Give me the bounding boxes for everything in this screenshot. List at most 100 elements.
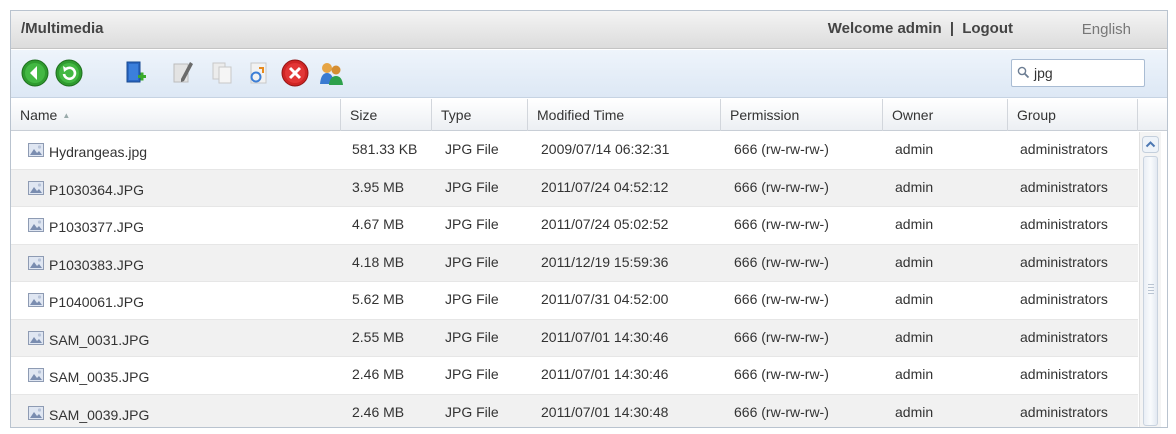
image-file-icon — [28, 293, 44, 307]
welcome-text: Welcome admin — [827, 20, 942, 37]
file-type: JPG File — [445, 403, 499, 420]
sort-ascending-icon: ▲ — [62, 111, 71, 120]
image-file-icon — [28, 330, 44, 345]
file-owner: admin — [895, 291, 934, 307]
file-group: administrators — [1020, 403, 1108, 420]
image-file-icon — [28, 405, 44, 420]
upload-button[interactable] — [245, 59, 273, 87]
column-header-name-label: Name — [20, 107, 58, 123]
file-size: 4.18 MB — [352, 253, 405, 270]
column-header-size[interactable]: Size — [341, 99, 432, 131]
file-owner: admin — [895, 178, 934, 195]
new-folder-button[interactable] — [121, 59, 149, 87]
file-size: 3.95 MB — [352, 178, 405, 195]
file-name: SAM_0039.JPG — [49, 406, 150, 423]
image-file-icon — [28, 218, 44, 232]
file-row[interactable]: SAM_0035.JPG 2.46 MB JPG File 2011/07/01 14… — [11, 357, 1138, 395]
file-group: administrators — [1020, 141, 1108, 157]
file-name: SAM_0031.JPG — [49, 331, 150, 348]
file-row[interactable]: P1030383.JPG 4.18 MB JPG File 2011/12/19 15… — [11, 244, 1138, 282]
file-size: 2.46 MB — [352, 366, 405, 382]
back-button[interactable] — [21, 59, 49, 87]
column-header-permission[interactable]: Permission — [721, 99, 883, 131]
file-permission: 666 (rw-rw-rw-) — [734, 328, 829, 345]
file-modified: 2011/12/19 15:59:36 — [541, 253, 669, 270]
delete-button[interactable] — [281, 59, 309, 87]
file-group: administrators — [1020, 178, 1108, 195]
file-name: SAM_0035.JPG — [49, 369, 150, 385]
file-list: Hydrangeas.jpg 581.33 KB JPG File 2009/07/1… — [11, 132, 1138, 427]
file-permission: 666 (rw-rw-rw-) — [734, 291, 829, 307]
user-area: Welcome admin | Logout — [828, 20, 1013, 37]
file-owner: admin — [895, 216, 934, 232]
file-size: 4.67 MB — [352, 216, 405, 232]
file-permission: 666 (rw-rw-rw-) — [734, 216, 829, 232]
file-modified: 2011/07/24 04:52:12 — [541, 178, 669, 195]
current-path: /Multimedia — [21, 20, 104, 37]
file-modified: 2011/07/31 04:52:00 — [541, 291, 669, 307]
file-size: 2.46 MB — [352, 403, 405, 420]
rename-icon — [173, 62, 193, 83]
back-icon — [21, 59, 49, 87]
scrollbar-thumb[interactable] — [1143, 156, 1158, 426]
file-name: P1040061.JPG — [49, 294, 144, 310]
file-permission: 666 (rw-rw-rw-) — [734, 403, 829, 420]
title-bar: /Multimedia Welcome admin | Logout Engli… — [11, 11, 1167, 49]
file-type: JPG File — [445, 291, 499, 307]
image-file-icon — [28, 255, 44, 270]
file-owner: admin — [895, 366, 934, 382]
column-header-owner[interactable]: Owner — [883, 99, 1008, 131]
search-icon — [1017, 66, 1030, 79]
column-header-group[interactable]: Group — [1008, 99, 1138, 131]
file-browser-window: /Multimedia Welcome admin | Logout Engli… — [10, 10, 1168, 428]
file-modified: 2011/07/01 14:30:46 — [541, 328, 669, 345]
file-type: JPG File — [445, 216, 499, 232]
file-permission: 666 (rw-rw-rw-) — [734, 253, 829, 270]
file-group: administrators — [1020, 291, 1108, 307]
file-modified: 2011/07/24 05:02:52 — [541, 216, 669, 232]
file-name: P1030377.JPG — [49, 219, 144, 235]
file-permission: 666 (rw-rw-rw-) — [734, 366, 829, 382]
scroll-up-icon[interactable] — [1142, 136, 1159, 153]
file-row[interactable]: P1040061.JPG 5.62 MB JPG File 2011/07/31 04… — [11, 282, 1138, 320]
file-group: administrators — [1020, 366, 1108, 382]
file-owner: admin — [895, 328, 934, 345]
file-permission: 666 (rw-rw-rw-) — [734, 141, 829, 157]
file-row[interactable]: SAM_0031.JPG 2.55 MB JPG File 2011/07/01 14… — [11, 319, 1138, 357]
image-file-icon — [28, 368, 44, 382]
refresh-icon — [55, 59, 83, 87]
delete-icon — [281, 59, 309, 87]
file-group: administrators — [1020, 216, 1108, 232]
file-modified: 2011/07/01 14:30:46 — [541, 366, 669, 382]
file-row[interactable]: P1030377.JPG 4.67 MB JPG File 2011/07/24 05… — [11, 207, 1138, 245]
header-separator: | — [949, 20, 955, 37]
file-row[interactable]: Hydrangeas.jpg 581.33 KB JPG File 2009/07/1… — [11, 132, 1138, 170]
search-input[interactable]: jpg — [1011, 59, 1145, 87]
file-type: JPG File — [445, 366, 499, 382]
copy-icon — [212, 62, 232, 84]
copy-button[interactable] — [209, 59, 237, 87]
logout-link[interactable]: Logout — [962, 20, 1013, 37]
image-file-icon — [28, 143, 44, 157]
share-button[interactable] — [317, 59, 345, 87]
file-type: JPG File — [445, 328, 499, 345]
file-type: JPG File — [445, 253, 499, 270]
rename-button[interactable] — [169, 59, 197, 87]
file-size: 5.62 MB — [352, 291, 405, 307]
scrollbar-grip — [1148, 284, 1154, 294]
file-modified: 2011/07/01 14:30:48 — [541, 403, 669, 420]
share-icon — [320, 63, 343, 85]
column-header-modified[interactable]: Modified Time — [528, 99, 721, 131]
vertical-scrollbar[interactable] — [1139, 132, 1161, 427]
column-header-type[interactable]: Type — [432, 99, 528, 131]
refresh-button[interactable] — [55, 59, 83, 87]
language-selector[interactable]: English — [1082, 21, 1131, 38]
column-header-row: Name ▲ Size Type Modified Time Permission… — [11, 99, 1167, 131]
file-type: JPG File — [445, 141, 499, 157]
file-owner: admin — [895, 253, 934, 270]
file-type: JPG File — [445, 178, 499, 195]
column-header-name[interactable]: Name ▲ — [11, 99, 341, 131]
file-row[interactable]: SAM_0039.JPG 2.46 MB JPG File 2011/07/01 14… — [11, 394, 1138, 427]
image-file-icon — [28, 180, 44, 195]
file-row[interactable]: P1030364.JPG 3.95 MB JPG File 2011/07/24 04… — [11, 169, 1138, 207]
